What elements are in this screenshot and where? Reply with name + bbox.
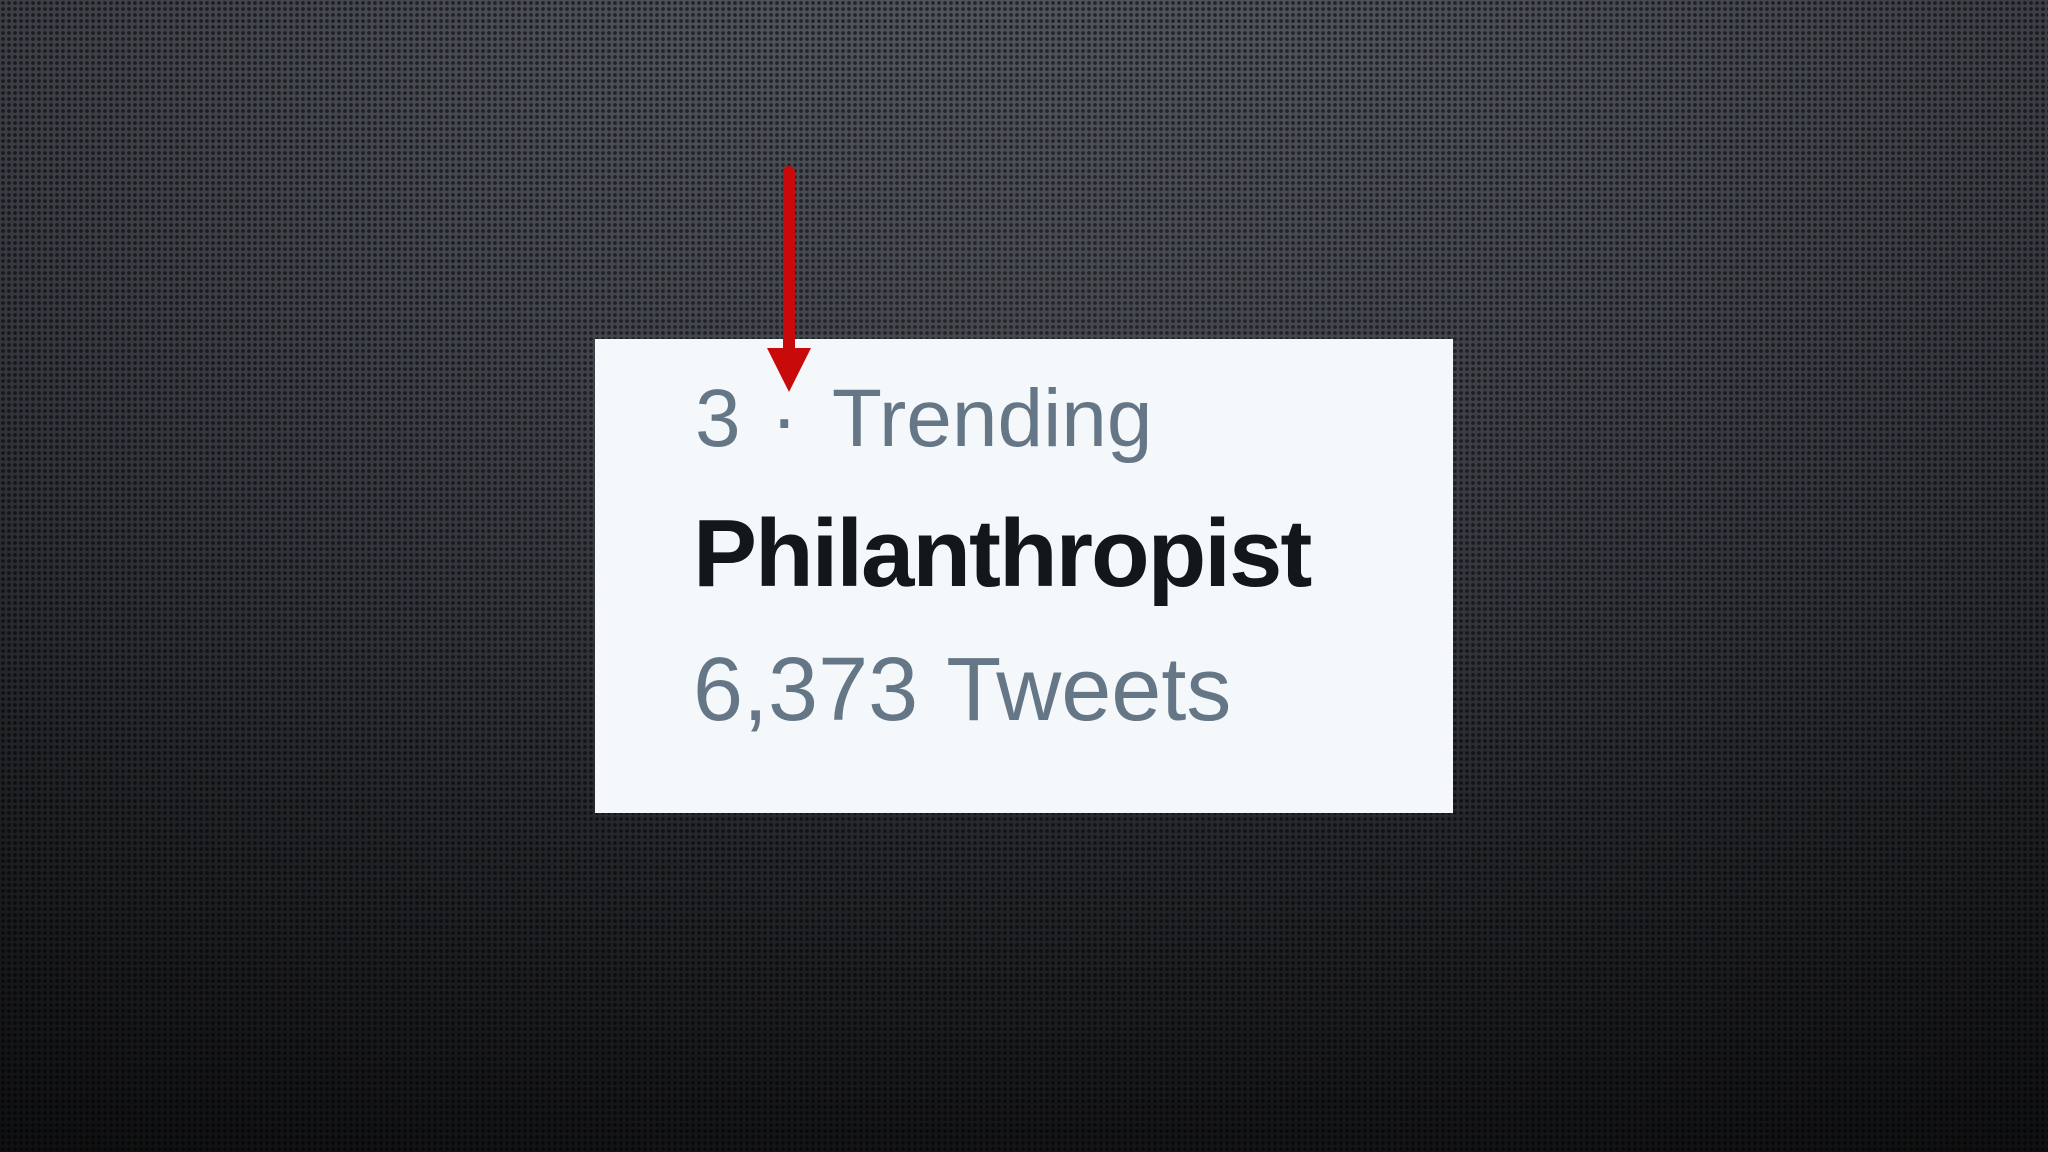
down-arrow-icon — [767, 166, 811, 392]
trend-rank: 3 — [695, 373, 741, 464]
tweet-count-label: Tweets — [946, 640, 1232, 740]
trend-category: Trending — [831, 373, 1153, 464]
trend-card[interactable]: 3 · Trending Philanthropist 6,373 Tweets — [595, 339, 1453, 813]
tweet-count: 6,373 Tweets — [693, 639, 1231, 742]
trend-name[interactable]: Philanthropist — [693, 499, 1312, 609]
tweet-count-number: 6,373 — [693, 640, 919, 740]
